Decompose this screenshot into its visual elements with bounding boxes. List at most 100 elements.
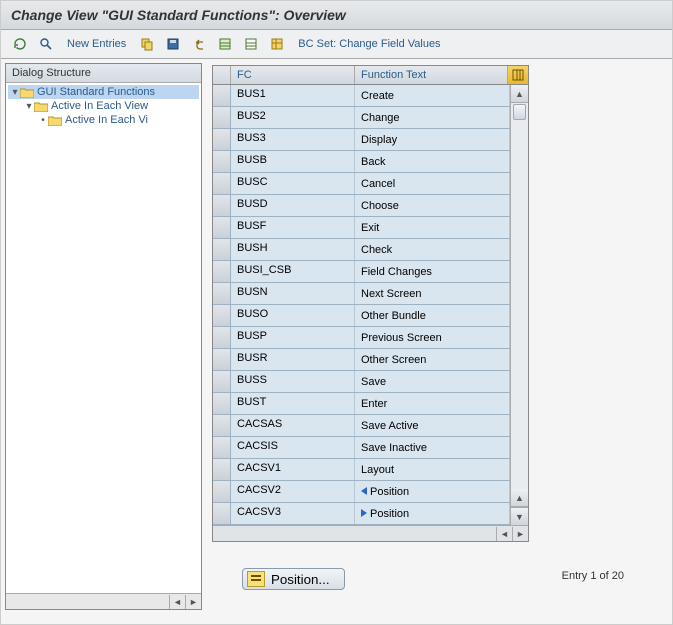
cell-fc[interactable]: BUSP — [231, 327, 355, 348]
scrollbar-track[interactable] — [511, 103, 528, 489]
table-row[interactable]: BUSI_CSBField Changes — [213, 261, 510, 283]
row-selector[interactable] — [213, 393, 231, 414]
cell-function-text[interactable]: Save Inactive — [355, 437, 510, 458]
cell-function-text[interactable]: Previous Screen — [355, 327, 510, 348]
row-selector[interactable] — [213, 349, 231, 370]
cell-fc[interactable]: BUS1 — [231, 85, 355, 106]
table-row[interactable]: CACSV1Layout — [213, 459, 510, 481]
table-row[interactable]: BUSCCancel — [213, 173, 510, 195]
cell-function-text[interactable]: Other Screen — [355, 349, 510, 370]
scroll-right-icon[interactable]: ► — [512, 527, 528, 541]
table-row[interactable]: BUSFExit — [213, 217, 510, 239]
grid-select-column[interactable] — [213, 66, 231, 84]
scroll-up-icon[interactable]: ▲ — [511, 85, 528, 103]
cell-fc[interactable]: BUSD — [231, 195, 355, 216]
table-row[interactable]: BUSPPrevious Screen — [213, 327, 510, 349]
cell-fc[interactable]: BUSH — [231, 239, 355, 260]
cell-function-text[interactable]: Field Changes — [355, 261, 510, 282]
new-entries-button[interactable]: New Entries — [61, 36, 132, 52]
cell-fc[interactable]: BUSO — [231, 305, 355, 326]
other-view-icon[interactable] — [9, 34, 31, 54]
cell-function-text[interactable]: Display — [355, 129, 510, 150]
table-row[interactable]: CACSV3Position — [213, 503, 510, 525]
table-row[interactable]: CACSASSave Active — [213, 415, 510, 437]
select-all-icon[interactable] — [214, 34, 236, 54]
deselect-all-icon[interactable] — [240, 34, 262, 54]
cell-fc[interactable]: BUSI_CSB — [231, 261, 355, 282]
cell-fc[interactable]: CACSV1 — [231, 459, 355, 480]
copy-icon[interactable] — [136, 34, 158, 54]
scrollbar-thumb[interactable] — [513, 104, 526, 120]
cell-function-text[interactable]: Enter — [355, 393, 510, 414]
row-selector[interactable] — [213, 217, 231, 238]
cell-fc[interactable]: BUSR — [231, 349, 355, 370]
grid-horizontal-scrollbar[interactable]: ◄ ► — [213, 525, 528, 541]
cell-fc[interactable]: CACSIS — [231, 437, 355, 458]
row-selector[interactable] — [213, 195, 231, 216]
scroll-right-icon[interactable]: ► — [185, 595, 201, 609]
tree-horizontal-scrollbar[interactable]: ◄ ► — [6, 593, 201, 609]
tree-node[interactable]: ▾Active In Each View — [8, 99, 199, 113]
row-selector[interactable] — [213, 503, 231, 524]
tree-toggle-icon[interactable]: ▾ — [10, 87, 20, 98]
tree-node[interactable]: ▾GUI Standard Functions — [8, 85, 199, 99]
row-selector[interactable] — [213, 107, 231, 128]
row-selector[interactable] — [213, 261, 231, 282]
cell-function-text[interactable]: Position — [355, 481, 510, 502]
row-selector[interactable] — [213, 327, 231, 348]
cell-function-text[interactable]: Change — [355, 107, 510, 128]
position-button[interactable]: Position... — [242, 568, 345, 590]
table-row[interactable]: BUSBBack — [213, 151, 510, 173]
tree-toggle-icon[interactable]: • — [38, 115, 48, 126]
cell-function-text[interactable]: Back — [355, 151, 510, 172]
cell-fc[interactable]: BUSN — [231, 283, 355, 304]
row-selector[interactable] — [213, 239, 231, 260]
cell-fc[interactable]: BUSF — [231, 217, 355, 238]
dialog-structure-tree[interactable]: ▾GUI Standard Functions▾Active In Each V… — [6, 83, 201, 593]
table-row[interactable]: BUS2Change — [213, 107, 510, 129]
row-selector[interactable] — [213, 305, 231, 326]
save-icon[interactable] — [162, 34, 184, 54]
table-row[interactable]: BUSROther Screen — [213, 349, 510, 371]
row-selector[interactable] — [213, 129, 231, 150]
cell-function-text[interactable]: Save — [355, 371, 510, 392]
table-row[interactable]: BUS3Display — [213, 129, 510, 151]
cell-fc[interactable]: BUSS — [231, 371, 355, 392]
row-selector[interactable] — [213, 151, 231, 172]
table-row[interactable]: BUSNNext Screen — [213, 283, 510, 305]
cell-function-text[interactable]: Save Active — [355, 415, 510, 436]
cell-function-text[interactable]: Choose — [355, 195, 510, 216]
cell-function-text[interactable]: Position — [355, 503, 510, 524]
cell-fc[interactable]: BUS3 — [231, 129, 355, 150]
cell-function-text[interactable]: Create — [355, 85, 510, 106]
row-selector[interactable] — [213, 371, 231, 392]
configure-columns-icon[interactable] — [508, 66, 528, 84]
tree-toggle-icon[interactable]: ▾ — [24, 101, 34, 112]
table-row[interactable]: BUSDChoose — [213, 195, 510, 217]
cell-fc[interactable]: BUSC — [231, 173, 355, 194]
scroll-up-page-icon[interactable]: ▲ — [511, 489, 528, 507]
cell-function-text[interactable]: Next Screen — [355, 283, 510, 304]
row-selector[interactable] — [213, 415, 231, 436]
cell-fc[interactable]: BUSB — [231, 151, 355, 172]
cell-fc[interactable]: CACSV2 — [231, 481, 355, 502]
scroll-down-icon[interactable]: ▼ — [511, 507, 528, 525]
cell-fc[interactable]: BUS2 — [231, 107, 355, 128]
table-row[interactable]: CACSV2Position — [213, 481, 510, 503]
row-selector[interactable] — [213, 283, 231, 304]
cell-function-text[interactable]: Other Bundle — [355, 305, 510, 326]
row-selector[interactable] — [213, 85, 231, 106]
table-row[interactable]: BUSSSave — [213, 371, 510, 393]
table-row[interactable]: BUSHCheck — [213, 239, 510, 261]
cell-fc[interactable]: CACSAS — [231, 415, 355, 436]
scroll-left-icon[interactable]: ◄ — [496, 527, 512, 541]
cell-function-text[interactable]: Exit — [355, 217, 510, 238]
scroll-left-icon[interactable]: ◄ — [169, 595, 185, 609]
table-settings-icon[interactable] — [266, 34, 288, 54]
grid-vertical-scrollbar[interactable]: ▲ ▲ ▼ — [510, 85, 528, 525]
table-row[interactable]: CACSISSave Inactive — [213, 437, 510, 459]
column-header-function-text[interactable]: Function Text — [355, 66, 508, 84]
cell-function-text[interactable]: Layout — [355, 459, 510, 480]
cell-fc[interactable]: CACSV3 — [231, 503, 355, 524]
cell-function-text[interactable]: Check — [355, 239, 510, 260]
